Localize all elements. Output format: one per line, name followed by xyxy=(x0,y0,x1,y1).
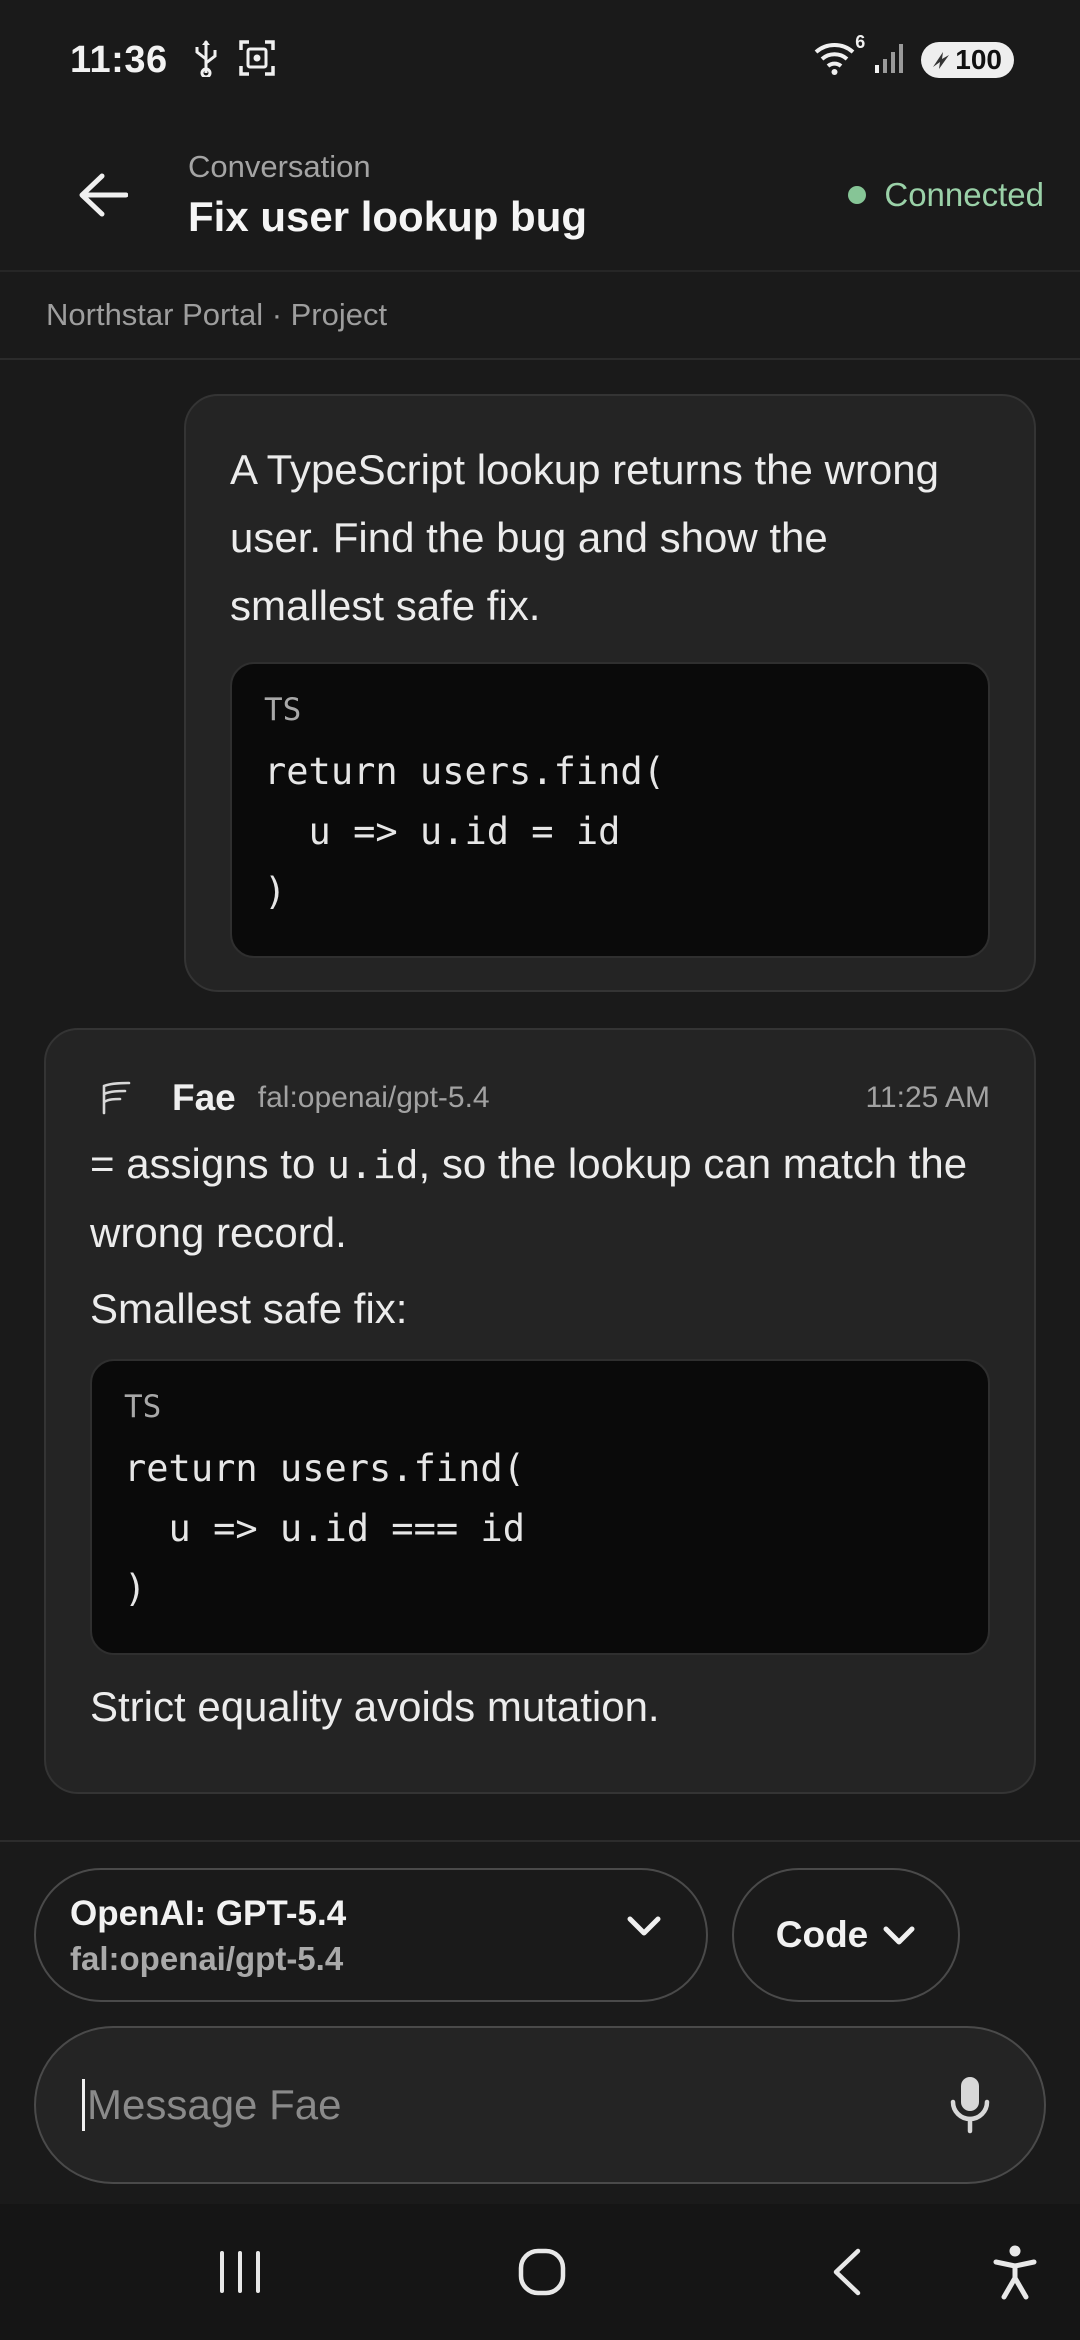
back-icon xyxy=(833,2248,861,2296)
chevron-down-icon xyxy=(626,1914,662,1943)
battery-level: 100 xyxy=(955,44,1002,75)
header-subtitle: Conversation xyxy=(188,149,371,184)
wifi-icon: 6 xyxy=(813,32,865,81)
assistant-message-header: Fae fal:openai/gpt-5.4 11:25 AM xyxy=(90,1074,990,1122)
home-button[interactable] xyxy=(482,2204,602,2340)
status-time: 11:36 xyxy=(70,38,168,81)
composer: OpenAI: GPT-5.4 fal:openai/gpt-5.4 Code … xyxy=(0,1840,1080,2204)
code-block: TS return users.find( u => u.id = id ) xyxy=(230,662,990,958)
network-type: 6 xyxy=(855,31,866,52)
chevron-down-icon xyxy=(882,1914,916,1956)
assistant-message: Fae fal:openai/gpt-5.4 11:25 AM = assign… xyxy=(44,1028,1036,1794)
code-line: u => u.id === id xyxy=(124,1507,525,1550)
assistant-message-footer: Strict equality avoids mutation. xyxy=(90,1683,660,1730)
assistant-message-text: = assigns to u.id, so the lookup can mat… xyxy=(90,1140,968,1256)
user-message: A TypeScript lookup returns the wrong us… xyxy=(184,394,1036,992)
fae-logo-icon xyxy=(98,1076,142,1120)
inline-code: u.id xyxy=(326,1143,419,1187)
code-language: TS xyxy=(264,692,302,728)
code-line: return users.find( xyxy=(124,1447,525,1490)
back-button[interactable] xyxy=(66,158,140,232)
code-block: TS return users.find( u => u.id === id ) xyxy=(90,1359,990,1655)
page-title: Fix user lookup bug xyxy=(188,193,588,240)
microphone-button[interactable] xyxy=(948,2074,992,2141)
recents-button[interactable] xyxy=(180,2204,300,2340)
mode-label: Code xyxy=(775,1914,869,1955)
battery-icon: 100 xyxy=(921,42,1014,78)
home-icon xyxy=(518,2248,566,2296)
accessibility-icon xyxy=(993,2245,1037,2300)
signal-icon xyxy=(873,41,907,80)
code-line: ) xyxy=(124,1567,147,1610)
text-cursor xyxy=(82,2079,85,2131)
model-selector[interactable]: OpenAI: GPT-5.4 fal:openai/gpt-5.4 xyxy=(34,1868,708,2002)
message-timestamp: 11:25 AM xyxy=(865,1081,990,1114)
model-id: fal:openai/gpt-5.4 xyxy=(70,1940,344,1977)
microphone-icon xyxy=(950,2077,990,2134)
system-navigation-bar xyxy=(0,2204,1080,2340)
nav-back-button[interactable] xyxy=(786,2204,906,2340)
connection-label: Connected xyxy=(884,176,1044,213)
connection-status: Connected xyxy=(848,176,1044,214)
status-dot-icon xyxy=(848,186,867,204)
app-header: Conversation Fix user lookup bug Connect… xyxy=(0,120,1080,272)
mode-selector[interactable]: Code xyxy=(732,1868,960,2002)
code-line: u => u.id = id xyxy=(264,810,621,853)
screenshot-icon xyxy=(238,39,276,82)
code-line: ) xyxy=(264,870,287,913)
assistant-name: Fae xyxy=(172,1077,236,1118)
usb-icon xyxy=(192,39,220,82)
code-line: return users.find( xyxy=(264,750,665,793)
status-bar: 11:36 6 100 xyxy=(0,0,1080,120)
recents-icon xyxy=(220,2251,260,2293)
accessibility-button[interactable] xyxy=(960,2204,1070,2340)
assistant-model: fal:openai/gpt-5.4 xyxy=(257,1081,490,1114)
arrow-left-icon xyxy=(79,173,128,217)
assistant-message-text: Smallest safe fix: xyxy=(90,1285,408,1332)
user-message-text: A TypeScript lookup returns the wrong us… xyxy=(230,446,939,629)
message-input[interactable]: Message Fae xyxy=(34,2026,1046,2184)
message-placeholder: Message Fae xyxy=(87,2081,342,2128)
code-language: TS xyxy=(124,1389,162,1425)
model-name: OpenAI: GPT-5.4 xyxy=(70,1894,347,1933)
breadcrumb[interactable]: Northstar Portal · Project xyxy=(0,272,1080,360)
